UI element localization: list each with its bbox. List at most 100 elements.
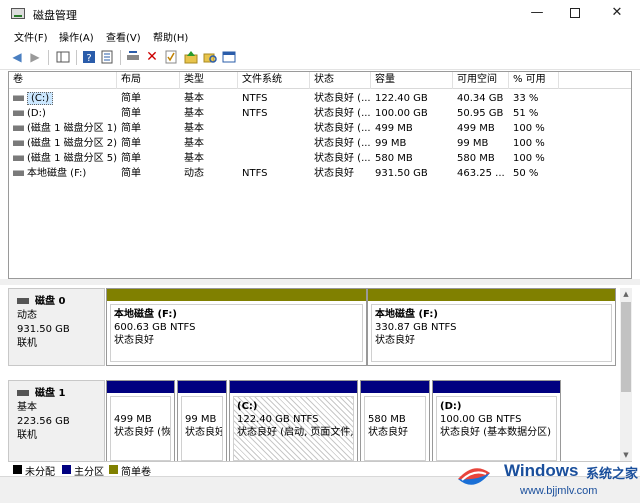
menu-file[interactable]: 文件(F) <box>14 29 48 44</box>
partition-disk1-2[interactable]: 99 MB 状态良好 <box>177 380 227 461</box>
disk-type: 动态 <box>17 310 37 321</box>
volume-name: (磁盘 1 磁盘分区 1) <box>27 123 117 134</box>
window-title: 磁盘管理 <box>33 9 77 22</box>
up-folder-icon[interactable] <box>184 50 198 64</box>
connect-disk-icon[interactable] <box>126 50 140 64</box>
volume-type: 动态 <box>184 168 204 179</box>
partition-status: 状态良好 (基本数据分区) <box>440 427 551 438</box>
partition-disk1-5[interactable]: 580 MB 状态良好 <box>360 380 430 461</box>
show-hide-tree-icon[interactable] <box>56 50 70 64</box>
table-row[interactable]: (磁盘 1 磁盘分区 5) 简单 基本 状态良好 (... 580 MB 580… <box>9 151 631 166</box>
column-header-layout[interactable]: 布局 <box>117 72 180 89</box>
menu-view[interactable]: 查看(V) <box>106 29 141 44</box>
partition-disk0-f-2[interactable]: 本地磁盘 (F:) 330.87 GB NTFS 状态良好 <box>367 288 616 366</box>
disk-status: 联机 <box>17 338 37 349</box>
volume-status: 状态良好 (... <box>314 108 371 119</box>
partition-status: 状态良好 <box>375 335 415 346</box>
volume-free-space: 463.25 ... <box>457 168 505 179</box>
volume-capacity: 499 MB <box>375 123 413 134</box>
check-icon[interactable] <box>164 50 178 64</box>
scroll-up-arrow-icon[interactable]: ▲ <box>620 288 632 300</box>
partition-size: 499 MB <box>114 414 152 425</box>
volume-filesystem <box>238 151 310 166</box>
disk-0-label[interactable]: 磁盘 0 动态 931.50 GB 联机 <box>8 288 105 366</box>
windows-logo-icon <box>454 459 494 491</box>
menu-help[interactable]: 帮助(H) <box>153 29 188 44</box>
partition-status: 状态良好 (恢 <box>114 427 171 438</box>
partition-name: (D:) <box>440 401 462 412</box>
table-row[interactable]: (C:) 简单 基本 NTFS 状态良好 (... 122.40 GB 40.3… <box>9 91 631 106</box>
column-header-volume[interactable]: 卷 <box>9 72 117 89</box>
disk-status: 联机 <box>17 430 37 441</box>
table-row[interactable]: (磁盘 1 磁盘分区 1) 简单 基本 状态良好 (... 499 MB 499… <box>9 121 631 136</box>
volume-capacity: 122.40 GB <box>375 93 428 104</box>
legend-swatch-unallocated <box>13 465 22 474</box>
volume-type: 基本 <box>184 108 204 119</box>
toolbar: ◀ ▶ ? ✕ <box>0 45 640 70</box>
delete-icon[interactable]: ✕ <box>145 50 159 64</box>
menu-action[interactable]: 操作(A) <box>59 29 94 44</box>
partition-status: 状态良好 <box>114 335 154 346</box>
properties-icon[interactable] <box>100 50 114 64</box>
volume-status: 状态良好 (... <box>314 153 371 164</box>
disk-view-scrollbar[interactable]: ▲ ▼ <box>620 288 632 461</box>
table-row[interactable]: (D:) 简单 基本 NTFS 状态良好 (... 100.00 GB 50.9… <box>9 106 631 121</box>
volume-icon <box>13 140 24 146</box>
column-header-status[interactable]: 状态 <box>310 72 371 89</box>
volume-name: (C:) <box>27 92 54 105</box>
volume-type: 基本 <box>184 153 204 164</box>
volume-free-space: 40.34 GB <box>457 93 504 104</box>
console-icon[interactable] <box>222 50 236 64</box>
help-icon[interactable]: ? <box>82 50 96 64</box>
column-header-free-space[interactable]: 可用空间 <box>453 72 509 89</box>
volume-filesystem <box>238 121 310 136</box>
forward-arrow-icon[interactable]: ▶ <box>28 50 42 64</box>
volume-status: 状态良好 <box>314 168 354 179</box>
table-row[interactable]: (磁盘 1 磁盘分区 2) 简单 基本 状态良好 (... 99 MB 99 M… <box>9 136 631 151</box>
disk-management-app-icon <box>11 8 25 19</box>
partition-size: 330.87 GB NTFS <box>375 322 457 333</box>
partition-name <box>114 400 167 413</box>
disk-icon <box>17 390 29 396</box>
volume-layout: 简单 <box>121 108 141 119</box>
disk-1-label[interactable]: 磁盘 1 基本 223.56 GB 联机 <box>8 380 105 461</box>
svg-text:?: ? <box>86 53 91 64</box>
toolbar-separator <box>48 50 49 65</box>
toolbar-separator <box>76 50 77 65</box>
partition-status: 状态良好 (启动, 页面文件, <box>237 427 354 438</box>
partition-name: 本地磁盘 (F:) <box>375 309 438 320</box>
volume-name: (磁盘 1 磁盘分区 2) <box>27 138 117 149</box>
disk-graphical-view: 磁盘 0 动态 931.50 GB 联机 本地磁盘 (F:) 600.63 GB… <box>8 285 632 461</box>
partition-disk1-1[interactable]: 499 MB 状态良好 (恢 <box>106 380 175 461</box>
partition-size: 122.40 GB NTFS <box>237 414 319 425</box>
partition-bar <box>178 381 226 393</box>
title-bar: 磁盘管理 — ✕ <box>0 0 640 27</box>
legend-swatch-simple <box>109 465 118 474</box>
search-folder-icon[interactable] <box>203 50 217 64</box>
volume-status: 状态良好 (... <box>314 123 371 134</box>
volume-status: 状态良好 (... <box>314 93 371 104</box>
table-row[interactable]: 本地磁盘 (F:) 简单 动态 NTFS 状态良好 931.50 GB 463.… <box>9 166 631 181</box>
maximize-button[interactable] <box>552 0 598 27</box>
partition-name <box>185 400 219 413</box>
menu-bar: 文件(F) 操作(A) 查看(V) 帮助(H) <box>0 27 640 45</box>
scroll-thumb[interactable] <box>621 302 631 392</box>
volume-name: (D:) <box>27 108 46 119</box>
volume-free-space: 50.95 GB <box>457 108 504 119</box>
column-header-percent-free[interactable]: % 可用 <box>509 72 559 89</box>
column-header-capacity[interactable]: 容量 <box>371 72 453 89</box>
back-arrow-icon[interactable]: ◀ <box>10 50 24 64</box>
partition-disk0-f-1[interactable]: 本地磁盘 (F:) 600.63 GB NTFS 状态良好 <box>106 288 367 366</box>
volume-capacity: 580 MB <box>375 153 413 164</box>
volume-icon <box>13 110 24 116</box>
volume-percent-free: 33 % <box>513 93 539 104</box>
close-button[interactable]: ✕ <box>594 0 640 27</box>
partition-disk1-d[interactable]: (D:) 100.00 GB NTFS 状态良好 (基本数据分区) <box>432 380 561 461</box>
volume-layout: 简单 <box>121 153 141 164</box>
column-header-type[interactable]: 类型 <box>180 72 238 89</box>
toolbar-separator <box>120 50 121 65</box>
volume-percent-free: 100 % <box>513 138 545 149</box>
column-header-filesystem[interactable]: 文件系统 <box>238 72 310 89</box>
volume-free-space: 99 MB <box>457 138 489 149</box>
partition-disk1-c[interactable]: (C:) 122.40 GB NTFS 状态良好 (启动, 页面文件, <box>229 380 358 461</box>
